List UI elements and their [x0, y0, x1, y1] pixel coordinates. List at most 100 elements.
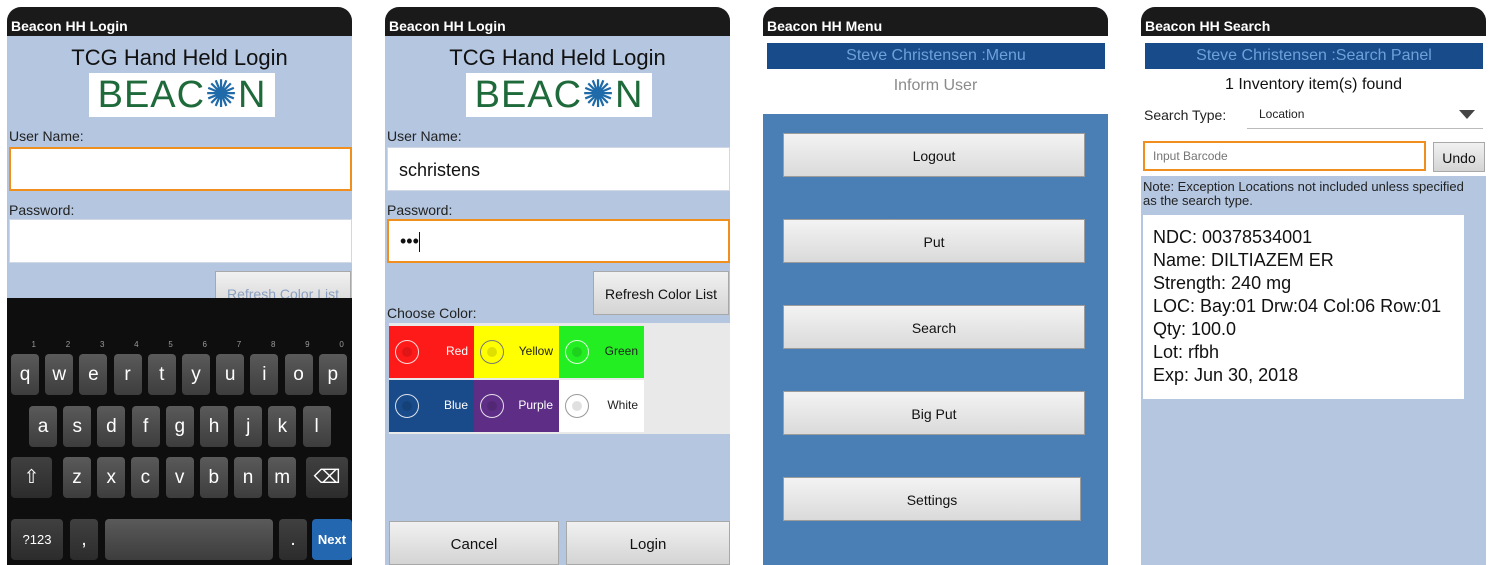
color-option-green[interactable]: Green: [559, 326, 644, 378]
color-option-white[interactable]: White: [559, 380, 644, 432]
key-w-label: w: [52, 364, 67, 385]
undo-button[interactable]: Undo: [1433, 142, 1485, 172]
search-type-value: Location: [1259, 107, 1305, 121]
soft-keyboard: q1w2e3r4t5y6u7i8o9p0 asdfghjkl zxcvbnm ⇧…: [7, 298, 352, 565]
key-e-number-hint: 3: [99, 340, 105, 349]
user-name-input[interactable]: schristens: [387, 147, 730, 191]
color-option-purple[interactable]: Purple: [474, 380, 559, 432]
password-input[interactable]: •••: [387, 219, 730, 263]
menu-header: Steve Christensen :Menu: [767, 43, 1105, 69]
choose-color-label: Choose Color:: [387, 305, 477, 321]
key-a[interactable]: a: [29, 406, 57, 447]
key-q[interactable]: q1: [11, 340, 39, 395]
space-key[interactable]: [105, 519, 273, 560]
result-panel: NDC: 00378534001 Name: DILTIAZEM ER Streng…: [1143, 215, 1464, 399]
key-r-number-hint: 4: [134, 340, 139, 349]
backspace-key[interactable]: ⌫: [306, 457, 348, 498]
settings-button[interactable]: Settings: [783, 477, 1081, 521]
password-value: •••: [400, 231, 419, 251]
key-s[interactable]: s: [63, 406, 92, 447]
search-type-select[interactable]: Location: [1247, 101, 1483, 129]
next-key[interactable]: Next: [312, 519, 352, 560]
key-o[interactable]: o9: [284, 340, 313, 395]
key-c-label: c: [140, 467, 151, 488]
color-option-blue[interactable]: Blue: [389, 380, 474, 432]
screen-login-filled: Beacon HH Login TCG Hand Held Login BEAC…: [385, 7, 730, 565]
symbols-key[interactable]: ?123: [11, 519, 63, 560]
key-t[interactable]: t5: [147, 340, 176, 395]
user-name-input[interactable]: [9, 147, 352, 191]
big-put-button[interactable]: Big Put: [783, 391, 1085, 435]
key-e-label: e: [88, 364, 99, 385]
key-u[interactable]: u7: [216, 340, 245, 395]
radio-icon: [395, 340, 419, 364]
key-w[interactable]: w2: [45, 340, 74, 395]
search-button[interactable]: Search: [783, 305, 1085, 349]
key-t-label: t: [159, 364, 165, 385]
screen-login-empty: Beacon HH Login TCG Hand Held Login BEAC…: [7, 7, 352, 565]
key-d-label: d: [106, 416, 117, 437]
login-heading: TCG Hand Held Login: [71, 45, 288, 70]
login-button[interactable]: Login: [566, 521, 730, 565]
key-v[interactable]: v: [165, 457, 194, 498]
comma-key[interactable]: ,: [70, 519, 98, 560]
logout-button[interactable]: Logout: [783, 133, 1085, 177]
color-option-red[interactable]: Red: [389, 326, 474, 378]
key-t-number-hint: 5: [168, 340, 173, 349]
color-option-label: Red: [445, 344, 468, 358]
user-name-label: User Name:: [387, 128, 462, 144]
radio-icon: [565, 340, 589, 364]
key-p[interactable]: p0: [318, 340, 347, 395]
titlebar: Beacon HH Login: [7, 7, 352, 36]
exception-note: Note: Exception Locations not included u…: [1143, 179, 1464, 208]
key-j[interactable]: j: [234, 406, 263, 447]
key-y[interactable]: y6: [182, 340, 210, 395]
key-n[interactable]: n: [234, 457, 262, 498]
logo-text-post: N: [237, 74, 267, 116]
result-lines: NDC: 00378534001 Name: DILTIAZEM ER Streng…: [1153, 226, 1464, 387]
key-r-label: r: [124, 364, 131, 385]
color-option-yellow[interactable]: Yellow: [474, 326, 559, 378]
key-k[interactable]: k: [268, 406, 297, 447]
color-option-label: Green: [604, 344, 638, 358]
put-button[interactable]: Put: [783, 219, 1085, 263]
key-l[interactable]: l: [302, 406, 331, 447]
items-found-text: 1 Inventory item(s) found: [1225, 76, 1402, 93]
login-heading: TCG Hand Held Login: [449, 45, 666, 70]
key-z[interactable]: z: [63, 457, 91, 498]
color-option-label: Blue: [443, 398, 468, 412]
dropdown-arrow-icon: [1459, 110, 1475, 119]
period-key[interactable]: .: [279, 519, 307, 560]
key-b[interactable]: b: [199, 457, 228, 498]
key-g[interactable]: g: [165, 406, 194, 447]
logo-text-pre: BEAC: [474, 74, 583, 116]
key-a-label: a: [37, 416, 49, 437]
key-m-label: m: [274, 467, 291, 488]
key-p-label: p: [327, 364, 339, 385]
key-f[interactable]: f: [131, 406, 160, 447]
key-w-number-hint: 2: [65, 340, 71, 349]
inform-user-text: Inform User: [893, 77, 978, 94]
key-i[interactable]: i8: [250, 340, 279, 395]
screen-menu: Beacon HH Menu Steve Christensen :Menu I…: [763, 7, 1108, 565]
logo-star-icon: ✺: [205, 74, 238, 116]
key-h[interactable]: h: [200, 406, 228, 447]
shift-key[interactable]: ⇧: [11, 457, 52, 498]
color-option-label: Yellow: [518, 344, 553, 358]
result-line: Qty: 100.0: [1153, 319, 1237, 339]
key-i-number-hint: 8: [270, 340, 276, 349]
logo-text-post: N: [614, 74, 644, 116]
key-d[interactable]: d: [97, 406, 126, 447]
password-input[interactable]: [9, 219, 352, 263]
cancel-button[interactable]: Cancel: [389, 521, 559, 565]
key-m[interactable]: m: [268, 457, 297, 498]
key-r[interactable]: r4: [113, 340, 142, 395]
key-c[interactable]: c: [131, 457, 160, 498]
barcode-input[interactable]: [1143, 141, 1426, 171]
refresh-color-list-button[interactable]: Refresh Color List: [593, 271, 729, 315]
key-e[interactable]: e3: [79, 340, 108, 395]
key-z-label: z: [72, 467, 82, 488]
key-x[interactable]: x: [97, 457, 126, 498]
color-option-label: Purple: [518, 398, 553, 412]
key-u-label: u: [224, 364, 236, 385]
